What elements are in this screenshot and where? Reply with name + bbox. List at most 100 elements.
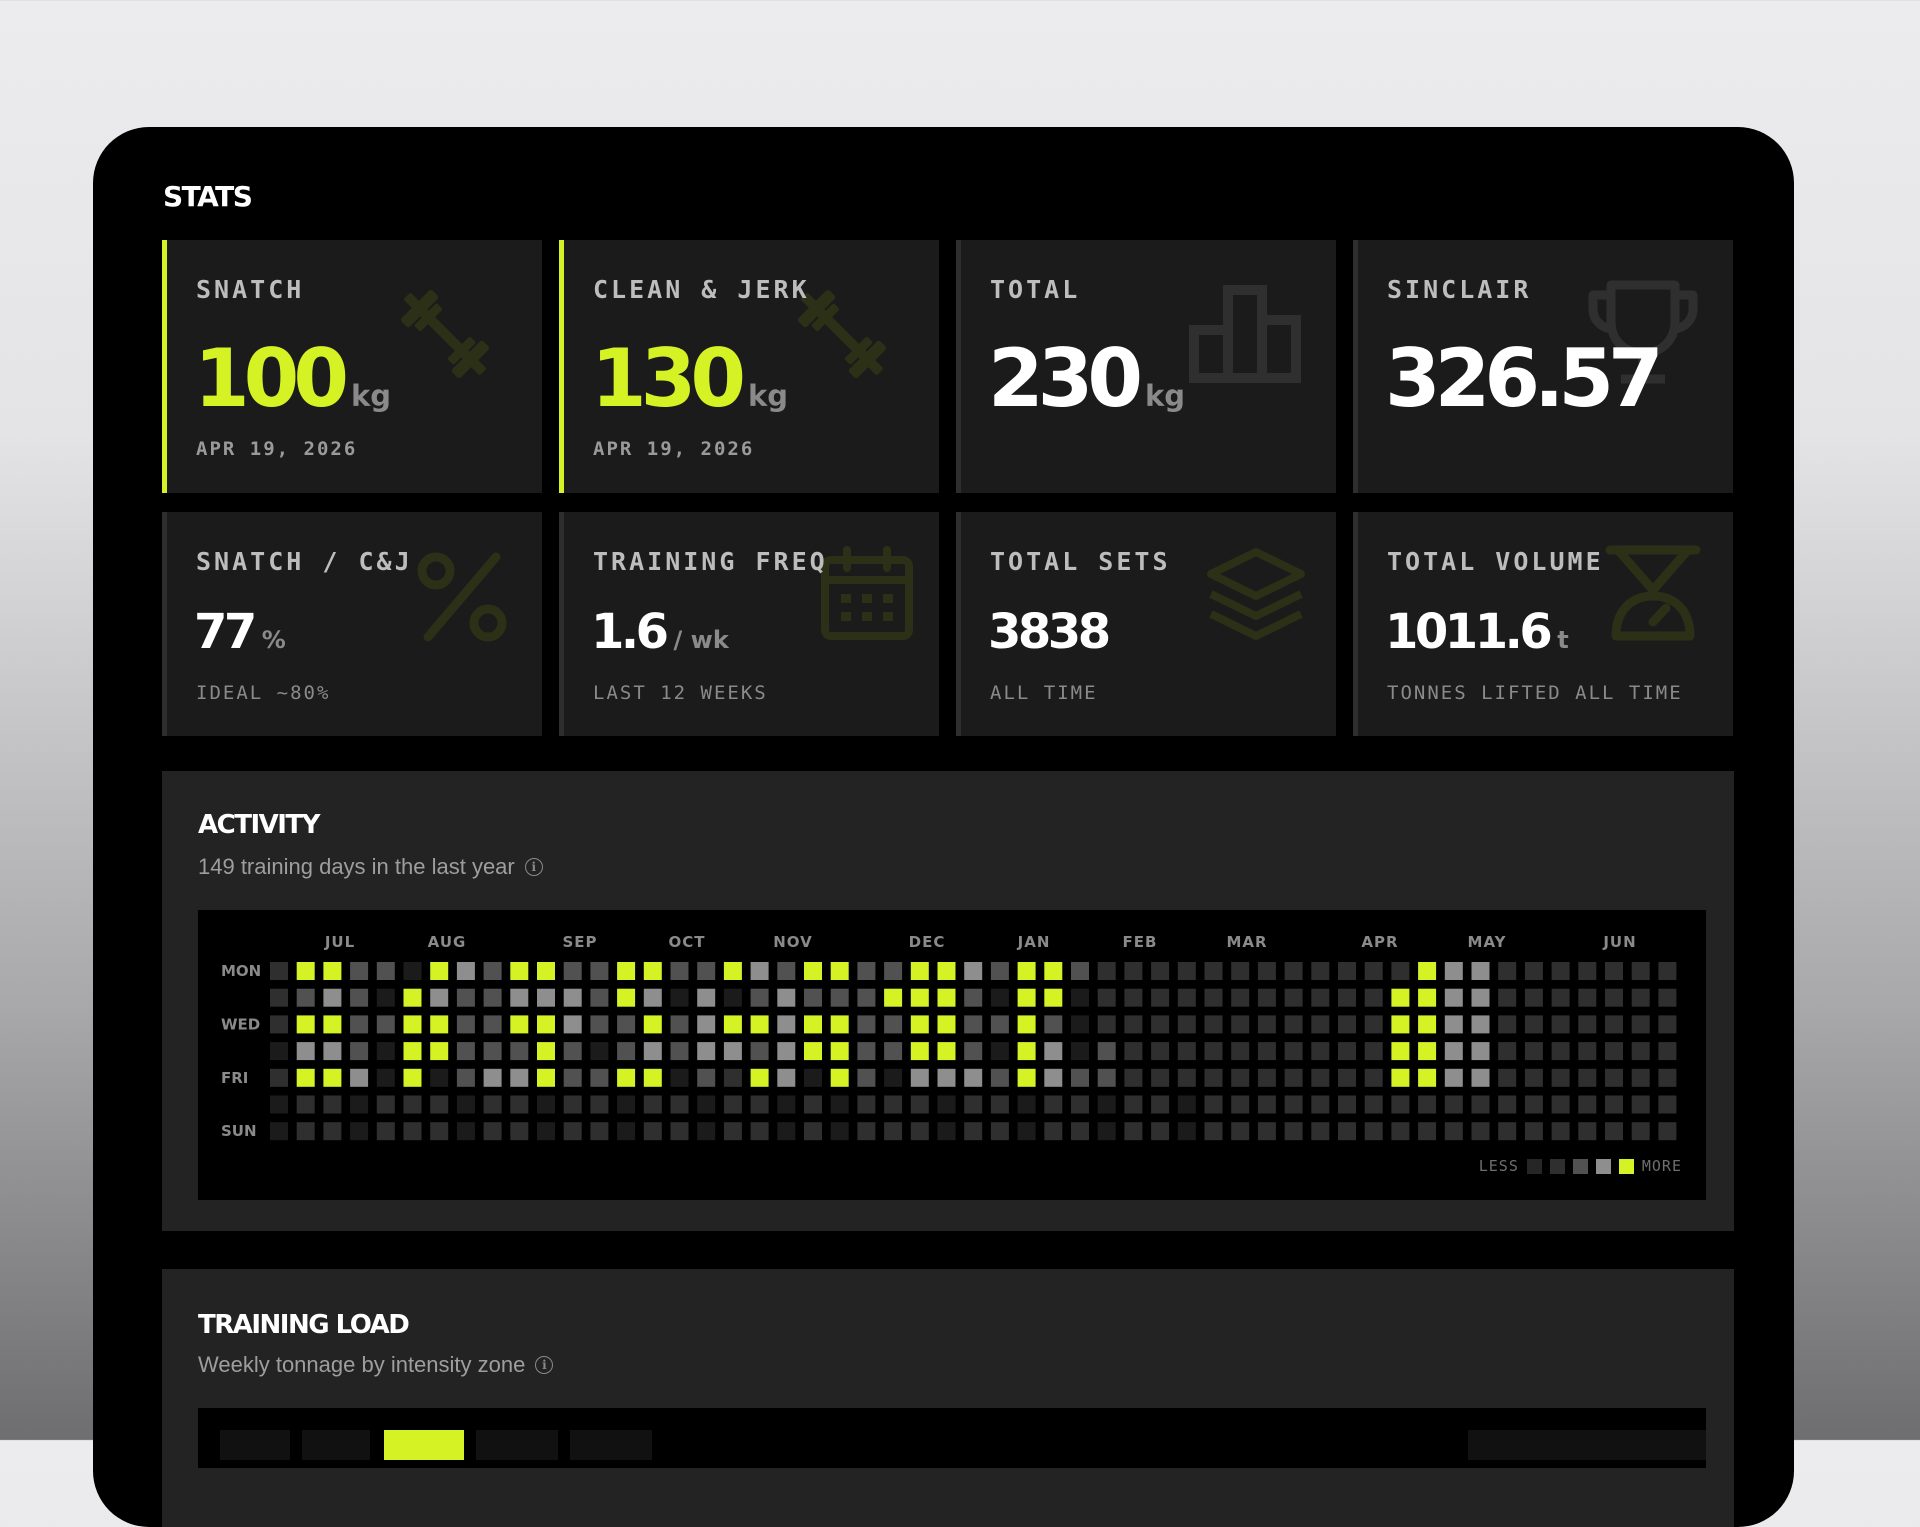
stat-card-snatch-cj-ratio[interactable]: SNATCH / C&J 77% IDEAL ~80% xyxy=(162,512,542,736)
heatmap-cell[interactable] xyxy=(1391,1015,1410,1034)
heatmap-cell[interactable] xyxy=(1658,962,1677,980)
heatmap-cell[interactable] xyxy=(804,988,822,1007)
heatmap-cell[interactable] xyxy=(296,1068,315,1087)
heatmap-cell[interactable] xyxy=(1338,1122,1356,1141)
heatmap-cell[interactable] xyxy=(1231,962,1250,980)
heatmap-cell[interactable] xyxy=(777,962,796,980)
heatmap-cell[interactable] xyxy=(1044,962,1063,980)
heatmap-cell[interactable] xyxy=(1311,1122,1330,1141)
stat-card-total-volume[interactable]: TOTAL VOLUME 1011.6 t TONNES LIFTED ALL T… xyxy=(1353,512,1733,736)
heatmap-cell[interactable] xyxy=(1257,1042,1276,1061)
heatmap-cell[interactable] xyxy=(403,1068,422,1087)
heatmap-cell[interactable] xyxy=(430,1095,449,1114)
heatmap-cell[interactable] xyxy=(296,1042,315,1061)
heatmap-cell[interactable] xyxy=(1257,1068,1276,1087)
heatmap-cell[interactable] xyxy=(483,1042,502,1061)
heatmap-cell[interactable] xyxy=(323,1068,342,1087)
heatmap-cell[interactable] xyxy=(1498,962,1517,980)
heatmap-cell[interactable] xyxy=(1284,1015,1303,1034)
heatmap-cell[interactable] xyxy=(1311,1095,1330,1114)
heatmap-cell[interactable] xyxy=(1284,988,1303,1007)
heatmap-cell[interactable] xyxy=(1097,1068,1116,1087)
heatmap-cell[interactable] xyxy=(510,1095,529,1114)
heatmap-cell[interactable] xyxy=(1151,962,1170,980)
heatmap-cell[interactable] xyxy=(1311,1015,1330,1034)
heatmap-cell[interactable] xyxy=(323,962,342,980)
heatmap-cell[interactable] xyxy=(1311,1042,1330,1061)
heatmap-cell[interactable] xyxy=(617,1122,636,1141)
heatmap-cell[interactable] xyxy=(1605,1015,1623,1034)
heatmap-cell[interactable] xyxy=(670,988,689,1007)
heatmap-cell[interactable] xyxy=(537,962,555,980)
heatmap-cell[interactable] xyxy=(590,1068,609,1087)
heatmap-cell[interactable] xyxy=(376,1068,395,1087)
heatmap-cell[interactable] xyxy=(1017,988,1036,1007)
heatmap-cell[interactable] xyxy=(990,1068,1009,1087)
heatmap-cell[interactable] xyxy=(1391,1042,1410,1061)
heatmap-cell[interactable] xyxy=(1364,962,1383,980)
heatmap-cell[interactable] xyxy=(510,988,529,1007)
heatmap-cell[interactable] xyxy=(563,988,582,1007)
heatmap-cell[interactable] xyxy=(270,962,288,980)
heatmap-cell[interactable] xyxy=(376,1122,395,1141)
heatmap-cell[interactable] xyxy=(1578,1095,1597,1114)
heatmap-cell[interactable] xyxy=(964,1015,983,1034)
heatmap-cell[interactable] xyxy=(937,1122,956,1141)
heatmap-cell[interactable] xyxy=(1097,1095,1116,1114)
heatmap-cell[interactable] xyxy=(750,1095,769,1114)
zone-tab[interactable] xyxy=(476,1430,558,1460)
heatmap-cell[interactable] xyxy=(270,1042,288,1061)
heatmap-cell[interactable] xyxy=(270,1015,288,1034)
heatmap-cell[interactable] xyxy=(1284,1068,1303,1087)
heatmap-cell[interactable] xyxy=(884,1068,903,1087)
heatmap-cell[interactable] xyxy=(1177,962,1196,980)
heatmap-cell[interactable] xyxy=(563,1015,582,1034)
heatmap-cell[interactable] xyxy=(1097,1122,1116,1141)
heatmap-cell[interactable] xyxy=(804,962,822,980)
heatmap-cell[interactable] xyxy=(483,1122,502,1141)
heatmap-cell[interactable] xyxy=(1071,962,1089,980)
heatmap-cell[interactable] xyxy=(1257,962,1276,980)
heatmap-cell[interactable] xyxy=(1071,1042,1089,1061)
heatmap-cell[interactable] xyxy=(563,962,582,980)
heatmap-cell[interactable] xyxy=(376,1015,395,1034)
heatmap-cell[interactable] xyxy=(777,1015,796,1034)
heatmap-cell[interactable] xyxy=(1151,1122,1170,1141)
heatmap-cell[interactable] xyxy=(430,1015,449,1034)
heatmap-cell[interactable] xyxy=(964,1095,983,1114)
heatmap-cell[interactable] xyxy=(1498,1015,1517,1034)
heatmap-cell[interactable] xyxy=(964,1068,983,1087)
heatmap-cell[interactable] xyxy=(376,988,395,1007)
heatmap-cell[interactable] xyxy=(1364,988,1383,1007)
heatmap-cell[interactable] xyxy=(483,1068,502,1087)
heatmap-cell[interactable] xyxy=(697,962,716,980)
heatmap-cell[interactable] xyxy=(403,1095,422,1114)
heatmap-cell[interactable] xyxy=(537,1068,555,1087)
heatmap-cell[interactable] xyxy=(964,1042,983,1061)
heatmap-cell[interactable] xyxy=(884,1042,903,1061)
heatmap-cell[interactable] xyxy=(1551,1068,1570,1087)
heatmap-cell[interactable] xyxy=(1498,1042,1517,1061)
heatmap-cell[interactable] xyxy=(1605,1042,1623,1061)
heatmap-cell[interactable] xyxy=(697,1122,716,1141)
heatmap-cell[interactable] xyxy=(937,1095,956,1114)
heatmap-cell[interactable] xyxy=(1044,1095,1063,1114)
heatmap-cell[interactable] xyxy=(296,1095,315,1114)
heatmap-cell[interactable] xyxy=(1177,1042,1196,1061)
heatmap-cell[interactable] xyxy=(1444,1068,1463,1087)
heatmap-cell[interactable] xyxy=(1524,1015,1543,1034)
heatmap-cell[interactable] xyxy=(1364,1095,1383,1114)
heatmap-cell[interactable] xyxy=(1044,1015,1063,1034)
heatmap-cell[interactable] xyxy=(456,1095,475,1114)
heatmap-cell[interactable] xyxy=(643,1095,662,1114)
heatmap-cell[interactable] xyxy=(403,1042,422,1061)
heatmap-cell[interactable] xyxy=(1017,1122,1036,1141)
heatmap-cell[interactable] xyxy=(937,962,956,980)
heatmap-cell[interactable] xyxy=(750,988,769,1007)
heatmap-cell[interactable] xyxy=(777,1042,796,1061)
heatmap-cell[interactable] xyxy=(350,1068,369,1087)
heatmap-cell[interactable] xyxy=(1524,1122,1543,1141)
heatmap-cell[interactable] xyxy=(1284,1042,1303,1061)
heatmap-cell[interactable] xyxy=(1338,1042,1356,1061)
heatmap-cell[interactable] xyxy=(1257,988,1276,1007)
